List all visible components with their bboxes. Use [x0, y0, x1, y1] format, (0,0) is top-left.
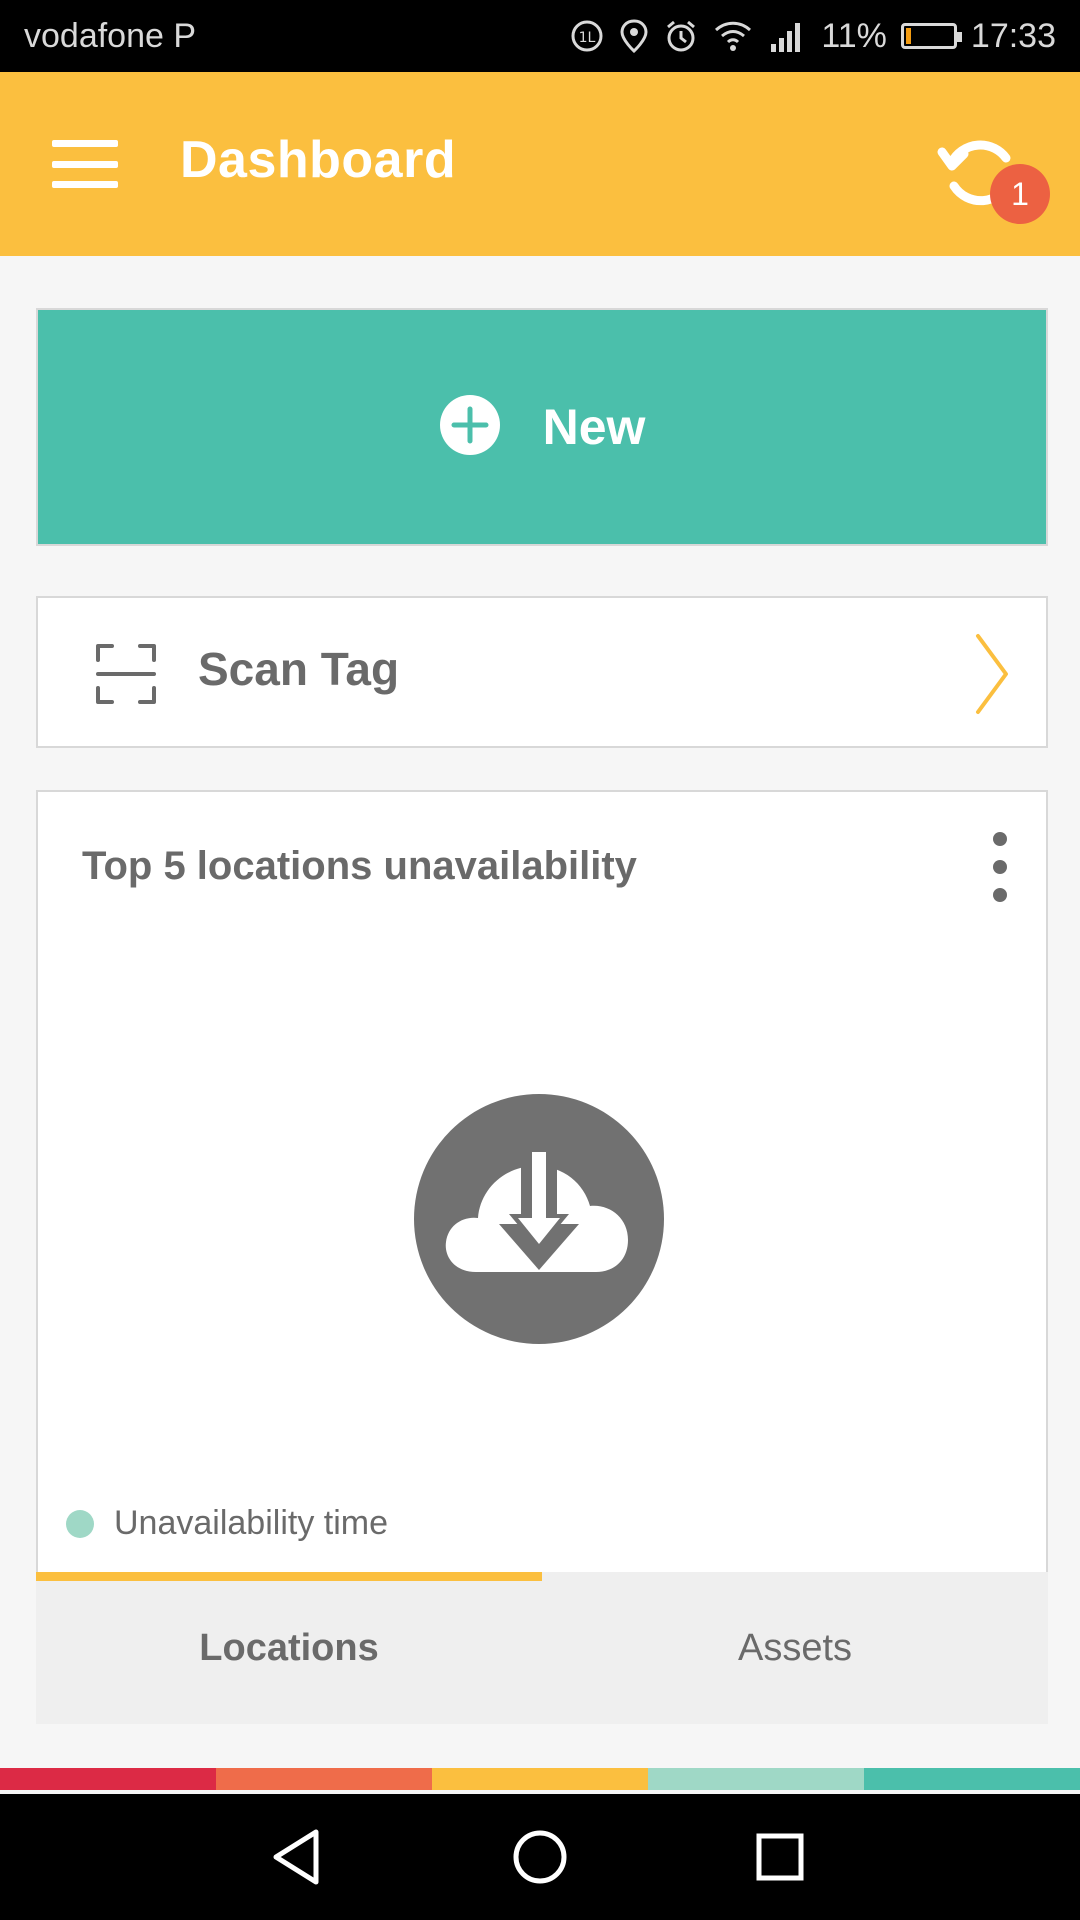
back-triangle-icon[interactable] — [264, 1822, 334, 1892]
page-title: Dashboard — [180, 131, 457, 189]
sync-count-badge: 1 — [990, 164, 1050, 224]
svg-text:1L: 1L — [579, 30, 596, 46]
cloud-download-icon — [414, 1094, 664, 1349]
home-circle-icon[interactable] — [505, 1822, 575, 1892]
scan-tag-button[interactable]: Scan Tag — [36, 596, 1048, 748]
color-strip-segment — [216, 1768, 432, 1790]
status-icons: 1L 11% 17:33 — [569, 17, 1056, 56]
color-strip-segment — [0, 1768, 216, 1790]
more-vertical-icon[interactable] — [980, 832, 1020, 902]
recents-square-icon[interactable] — [745, 1822, 815, 1892]
color-strip-segment — [864, 1768, 1080, 1790]
status-bar: vodafone P 1L 11% 17:33 — [0, 0, 1080, 72]
chart-legend: Unavailability time — [66, 1504, 388, 1543]
color-strip — [0, 1768, 1080, 1790]
new-button-label: New — [542, 399, 646, 455]
hamburger-menu-icon[interactable] — [52, 140, 118, 188]
legend-dot — [66, 1509, 94, 1538]
clock: 17:33 — [970, 16, 1056, 55]
navigation-bar — [0, 1794, 1080, 1920]
card-title: Top 5 locations unavailability — [82, 844, 637, 888]
signal-icon — [767, 18, 807, 54]
battery-percent: 11% — [821, 16, 887, 55]
scan-frame-icon — [94, 642, 158, 711]
new-button[interactable]: New — [36, 308, 1048, 546]
data-saver-icon: 1L — [569, 18, 605, 54]
tab-locations[interactable]: Locations — [36, 1572, 542, 1724]
alarm-icon — [663, 18, 699, 54]
carrier-name: vodafone P — [24, 16, 197, 55]
legend-label: Unavailability time — [114, 1504, 388, 1542]
wifi-icon — [713, 18, 753, 54]
color-strip-segment — [648, 1768, 864, 1790]
color-strip-segment — [432, 1768, 648, 1790]
location-icon — [619, 18, 649, 54]
chevron-right-icon — [972, 632, 1012, 721]
scan-tag-label: Scan Tag — [198, 643, 400, 695]
plus-circle-icon — [439, 394, 501, 461]
app-bar: Dashboard 1 — [0, 72, 1080, 256]
battery-icon — [900, 23, 962, 49]
tab-bar: Locations Assets — [36, 1572, 1048, 1724]
chart-card: Top 5 locations unavailability Unavailab… — [36, 790, 1048, 1572]
tab-assets[interactable]: Assets — [542, 1572, 1048, 1724]
